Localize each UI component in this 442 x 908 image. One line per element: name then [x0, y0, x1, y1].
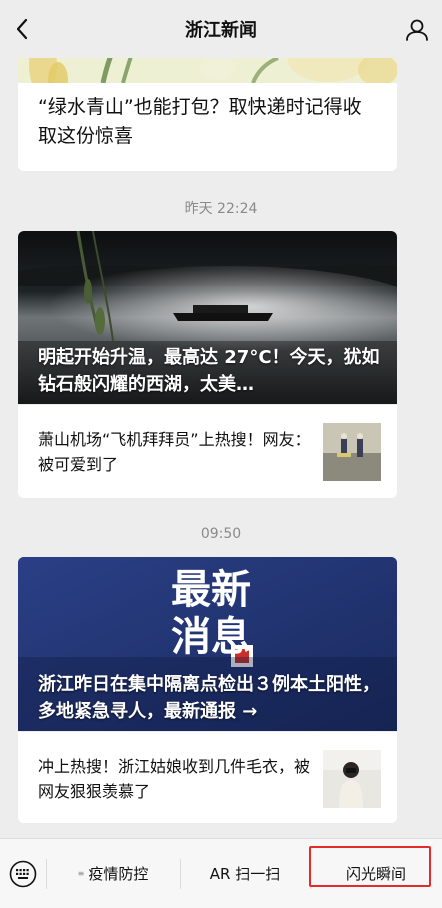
- menu-item-ar-scan[interactable]: AR 扫一扫: [180, 839, 310, 908]
- submenu-icon: ≡: [77, 869, 85, 878]
- sub-article-thumbnail: [323, 422, 381, 481]
- keyboard-icon: [9, 860, 37, 887]
- menu-item-label: 闪光瞬间: [345, 865, 406, 883]
- menu-item-epidemic[interactable]: ≡ 疫情防控: [46, 839, 180, 908]
- article-card[interactable]: 最新 消息 浙江昨日在集中隔离点检出３例本土阳性，多地紧急寻人，最新通报 → 冲…: [18, 557, 397, 823]
- sub-article-title: 萧山机场“飞机拜拜员”上热搜！网友：被可爱到了: [38, 429, 311, 474]
- hero-caption: 明起开始升温，最高达 27°C！今天，犹如钻石般闪耀的西湖，太美…: [38, 347, 380, 395]
- menu-divider: [46, 858, 47, 889]
- sub-article-title: 冲上热搜！浙江姑娘收到几件毛衣，被网友狠狠羡慕了: [38, 756, 311, 801]
- back-button[interactable]: [10, 17, 34, 41]
- chevron-left-icon: [16, 18, 28, 40]
- menu-item-label: AR 扫一扫: [209, 865, 281, 883]
- hero-caption: 浙江昨日在集中隔离点检出３例本土阳性，多地紧急寻人，最新通报 →: [38, 674, 380, 722]
- article-card[interactable]: 明起开始升温，最高达 27°C！今天，犹如钻石般闪耀的西湖，太美… 萧山机场“飞…: [18, 231, 397, 498]
- person-icon: [406, 19, 428, 41]
- menu-item-label: 疫情防控: [88, 865, 149, 883]
- profile-button[interactable]: [404, 17, 430, 43]
- menu-divider: [310, 858, 311, 889]
- top-bar: 浙江新闻: [0, 0, 442, 58]
- article-hero[interactable]: 明起开始升温，最高达 27°C！今天，犹如钻石般闪耀的西湖，太美…: [18, 231, 397, 404]
- sub-article-row[interactable]: 冲上热搜！浙江姑娘收到几件毛衣，被网友狠狠羡慕了: [18, 731, 397, 823]
- bottom-menu-bar: ≡ 疫情防控 AR 扫一扫 闪光瞬间: [0, 838, 442, 908]
- hero-big-text: 最新 消息: [171, 567, 251, 660]
- timestamp: 09:50: [200, 526, 242, 542]
- menu-divider: [180, 858, 181, 889]
- timestamp: 昨天 22:24: [184, 201, 258, 217]
- keyboard-toggle-button[interactable]: [0, 839, 46, 908]
- article-hero[interactable]: 最新 消息 浙江昨日在集中隔离点检出３例本土阳性，多地紧急寻人，最新通报 →: [18, 557, 397, 731]
- menu-item-flash-moments[interactable]: 闪光瞬间: [310, 839, 442, 908]
- sub-article-thumbnail: [323, 749, 381, 808]
- page-title: 浙江新闻: [185, 20, 257, 41]
- sub-article-row[interactable]: 萧山机场“飞机拜拜员”上热搜！网友：被可爱到了: [18, 404, 397, 498]
- article-headline: “绿水青山”也能打包？取快递时记得收取这份惊喜: [38, 96, 362, 147]
